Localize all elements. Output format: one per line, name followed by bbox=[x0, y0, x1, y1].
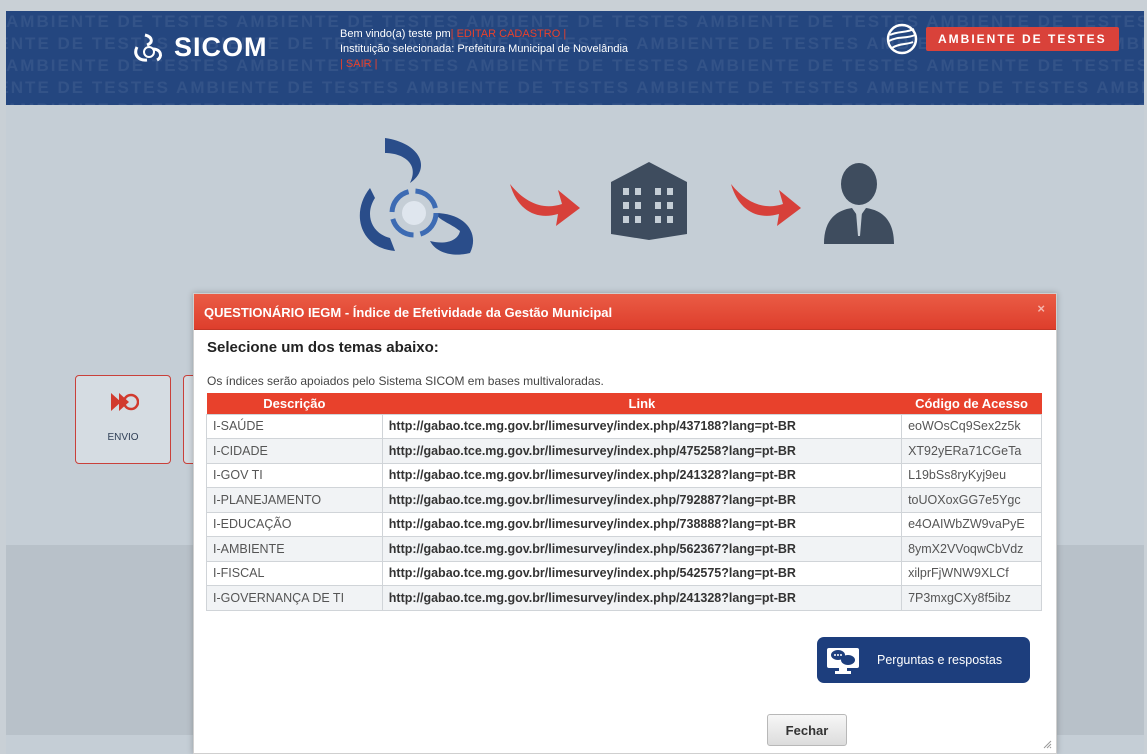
edit-profile-link[interactable]: | EDITAR CADASTRO | bbox=[451, 28, 567, 40]
table-row: I-AMBIENTE http://gabao.tce.mg.gov.br/li… bbox=[206, 536, 1042, 562]
sicom-logo[interactable]: SICOM bbox=[133, 32, 268, 63]
welcome-block: Bem vindo(a) teste pm| EDITAR CADASTRO |… bbox=[340, 27, 628, 72]
table-row: I-SAÚDE http://gabao.tce.mg.gov.br/limes… bbox=[206, 413, 1042, 439]
red-arrow-icon bbox=[731, 184, 801, 226]
close-button[interactable]: Fechar bbox=[767, 714, 847, 746]
table-row: I-GOV TI http://gabao.tce.mg.gov.br/lime… bbox=[206, 462, 1042, 488]
globe-icon bbox=[886, 23, 918, 55]
theme-name: I-FISCAL bbox=[206, 560, 383, 586]
survey-link[interactable]: http://gabao.tce.mg.gov.br/limesurvey/in… bbox=[381, 487, 903, 513]
theme-name: I-CIDADE bbox=[206, 438, 383, 464]
modal-note: Os índices serão apoiados pelo Sistema S… bbox=[207, 374, 604, 388]
faq-button-label: Perguntas e respostas bbox=[877, 653, 1003, 667]
institution-text: Instituição selecionada: Prefeitura Muni… bbox=[340, 43, 629, 55]
envio-label: ENVIO bbox=[107, 432, 139, 443]
red-arrow-icon bbox=[510, 184, 580, 226]
theme-name: I-GOV TI bbox=[206, 462, 383, 488]
table-row: I-GOVERNANÇA DE TI http://gabao.tce.mg.g… bbox=[206, 585, 1042, 611]
theme-name: I-AMBIENTE bbox=[206, 536, 383, 562]
person-icon bbox=[824, 163, 894, 244]
access-code: L19bSs8ryKyj9eu bbox=[901, 462, 1042, 488]
access-code: 7P3mxgCXy8f5ibz bbox=[901, 585, 1042, 611]
logout-link[interactable]: | SAIR | bbox=[340, 57, 628, 72]
sicom-logo-icon bbox=[134, 33, 162, 62]
environment-badge: AMBIENTE DE TESTES bbox=[886, 23, 1119, 55]
access-code: eoWOsCq9Sex2z5k bbox=[901, 413, 1042, 439]
logo-text: SICOM bbox=[174, 32, 268, 62]
survey-link[interactable]: http://gabao.tce.mg.gov.br/limesurvey/in… bbox=[381, 438, 903, 464]
theme-name: I-SAÚDE bbox=[206, 413, 383, 439]
column-header-link: Link bbox=[382, 393, 902, 414]
survey-link[interactable]: http://gabao.tce.mg.gov.br/limesurvey/in… bbox=[381, 560, 903, 586]
table-header-row: Descrição Link Código de Acesso bbox=[206, 393, 1042, 414]
access-code: 8ymX2VVoqwCbVdz bbox=[901, 536, 1042, 562]
survey-link[interactable]: http://gabao.tce.mg.gov.br/limesurvey/in… bbox=[381, 585, 903, 611]
modal-title: QUESTIONÁRIO IEGM - Índice de Efetividad… bbox=[204, 305, 613, 320]
environment-label: AMBIENTE DE TESTES bbox=[926, 27, 1119, 51]
access-code: XT92yERa71CGeTa bbox=[901, 438, 1042, 464]
iegm-modal: QUESTIONÁRIO IEGM - Índice de Efetividad… bbox=[193, 293, 1057, 754]
column-header-access-code: Código de Acesso bbox=[901, 393, 1042, 414]
chat-monitor-icon bbox=[827, 648, 859, 674]
access-code: e4OAIWbZW9vaPyE bbox=[901, 511, 1042, 537]
table-row: I-EDUCAÇÃO http://gabao.tce.mg.gov.br/li… bbox=[206, 511, 1042, 537]
survey-link[interactable]: http://gabao.tce.mg.gov.br/limesurvey/in… bbox=[381, 511, 903, 537]
table-row: I-FISCAL http://gabao.tce.mg.gov.br/lime… bbox=[206, 560, 1042, 586]
column-header-description: Descrição bbox=[206, 393, 383, 414]
table-row: I-CIDADE http://gabao.tce.mg.gov.br/lime… bbox=[206, 438, 1042, 464]
theme-name: I-GOVERNANÇA DE TI bbox=[206, 585, 383, 611]
access-code: toUOXoxGG7e5Ygc bbox=[901, 487, 1042, 513]
theme-name: I-EDUCAÇÃO bbox=[206, 511, 383, 537]
close-icon[interactable]: × bbox=[1037, 301, 1045, 316]
sicom-large-icon bbox=[359, 138, 474, 255]
modal-subtitle: Selecione um dos temas abaixo: bbox=[207, 339, 439, 356]
modal-header: QUESTIONÁRIO IEGM - Índice de Efetividad… bbox=[194, 294, 1056, 330]
top-header: AMBIENTE DE TESTES AMBIENTE DE TESTES AM… bbox=[6, 11, 1144, 105]
survey-link[interactable]: http://gabao.tce.mg.gov.br/limesurvey/in… bbox=[381, 413, 903, 439]
access-code: xilprFjWNW9XLCf bbox=[901, 560, 1042, 586]
survey-link[interactable]: http://gabao.tce.mg.gov.br/limesurvey/in… bbox=[381, 462, 903, 488]
faq-button[interactable]: Perguntas e respostas bbox=[817, 637, 1030, 683]
envio-card[interactable]: ENVIO bbox=[75, 375, 171, 464]
welcome-text: Bem vindo(a) teste pm bbox=[340, 28, 451, 40]
survey-link[interactable]: http://gabao.tce.mg.gov.br/limesurvey/in… bbox=[381, 536, 903, 562]
building-icon bbox=[611, 162, 687, 240]
table-row: I-PLANEJAMENTO http://gabao.tce.mg.gov.b… bbox=[206, 487, 1042, 513]
theme-name: I-PLANEJAMENTO bbox=[206, 487, 383, 513]
themes-table: Descrição Link Código de Acesso I-SAÚDE … bbox=[206, 393, 1042, 611]
resize-grip-icon[interactable] bbox=[1042, 739, 1052, 749]
upload-icon bbox=[111, 393, 139, 411]
